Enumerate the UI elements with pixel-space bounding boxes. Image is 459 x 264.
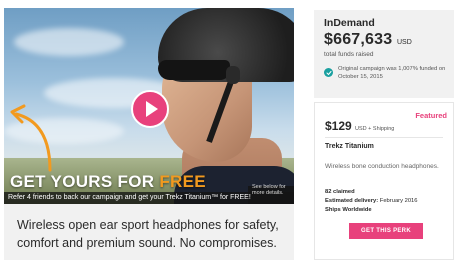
campaign-video[interactable]: GET YOURS FOR FREE Refer 4 friends to ba… — [4, 8, 294, 204]
perk-ships: Ships Worldwide — [325, 207, 372, 213]
original-campaign-note: Original campaign was 1,007% funded on O… — [324, 66, 448, 81]
indemand-label: InDemand — [324, 17, 375, 29]
perk-price: $129 USD + Shipping — [325, 119, 394, 133]
funding-panel: InDemand $667,633 USD total funds raised… — [314, 10, 454, 98]
perk-claimed: 82 claimed — [325, 189, 355, 195]
perk-divider — [325, 137, 443, 138]
funds-amount: $667,633 USD — [324, 31, 444, 49]
tagline-text: Wireless open ear sport headphones for s… — [17, 218, 279, 250]
perk-delivery: Estimated delivery: February 2016 — [325, 198, 418, 204]
featured-badge: Featured — [415, 111, 447, 120]
headline-prefix: GET YOURS FOR — [10, 172, 160, 191]
perk-card[interactable]: Featured $129 USD + Shipping Trekz Titan… — [314, 102, 454, 260]
headline-free: FREE — [159, 172, 206, 191]
get-this-perk-button[interactable]: GET THIS PERK — [349, 223, 423, 239]
sky-cloud — [14, 28, 124, 56]
video-headline: GET YOURS FOR FREE — [10, 172, 206, 192]
perk-price-sub: USD + Shipping — [355, 126, 395, 132]
play-button[interactable] — [131, 90, 169, 128]
refer-bar: Refer 4 friends to back our campaign and… — [4, 184, 294, 204]
curved-arrow-icon — [10, 104, 52, 172]
play-icon — [145, 101, 158, 117]
see-more-text: See below for more details. — [252, 184, 286, 196]
perk-price-value: $129 — [325, 119, 352, 133]
delivery-label: Estimated delivery: — [325, 198, 379, 204]
total-funds-label: total funds raised — [324, 51, 374, 58]
perk-description: Wireless bone conduction headphones. — [325, 163, 439, 170]
amount-currency: USD — [397, 39, 412, 46]
campaign-tagline: Wireless open ear sport headphones for s… — [4, 204, 294, 260]
check-circle-icon — [324, 68, 333, 77]
note-text: Original campaign was 1,007% funded on O… — [338, 66, 446, 80]
delivery-value: February 2016 — [379, 198, 418, 204]
refer-text: Refer 4 friends to back our campaign and… — [8, 194, 251, 201]
amount-value: $667,633 — [324, 31, 393, 48]
perk-name: Trekz Titanium — [325, 143, 374, 150]
